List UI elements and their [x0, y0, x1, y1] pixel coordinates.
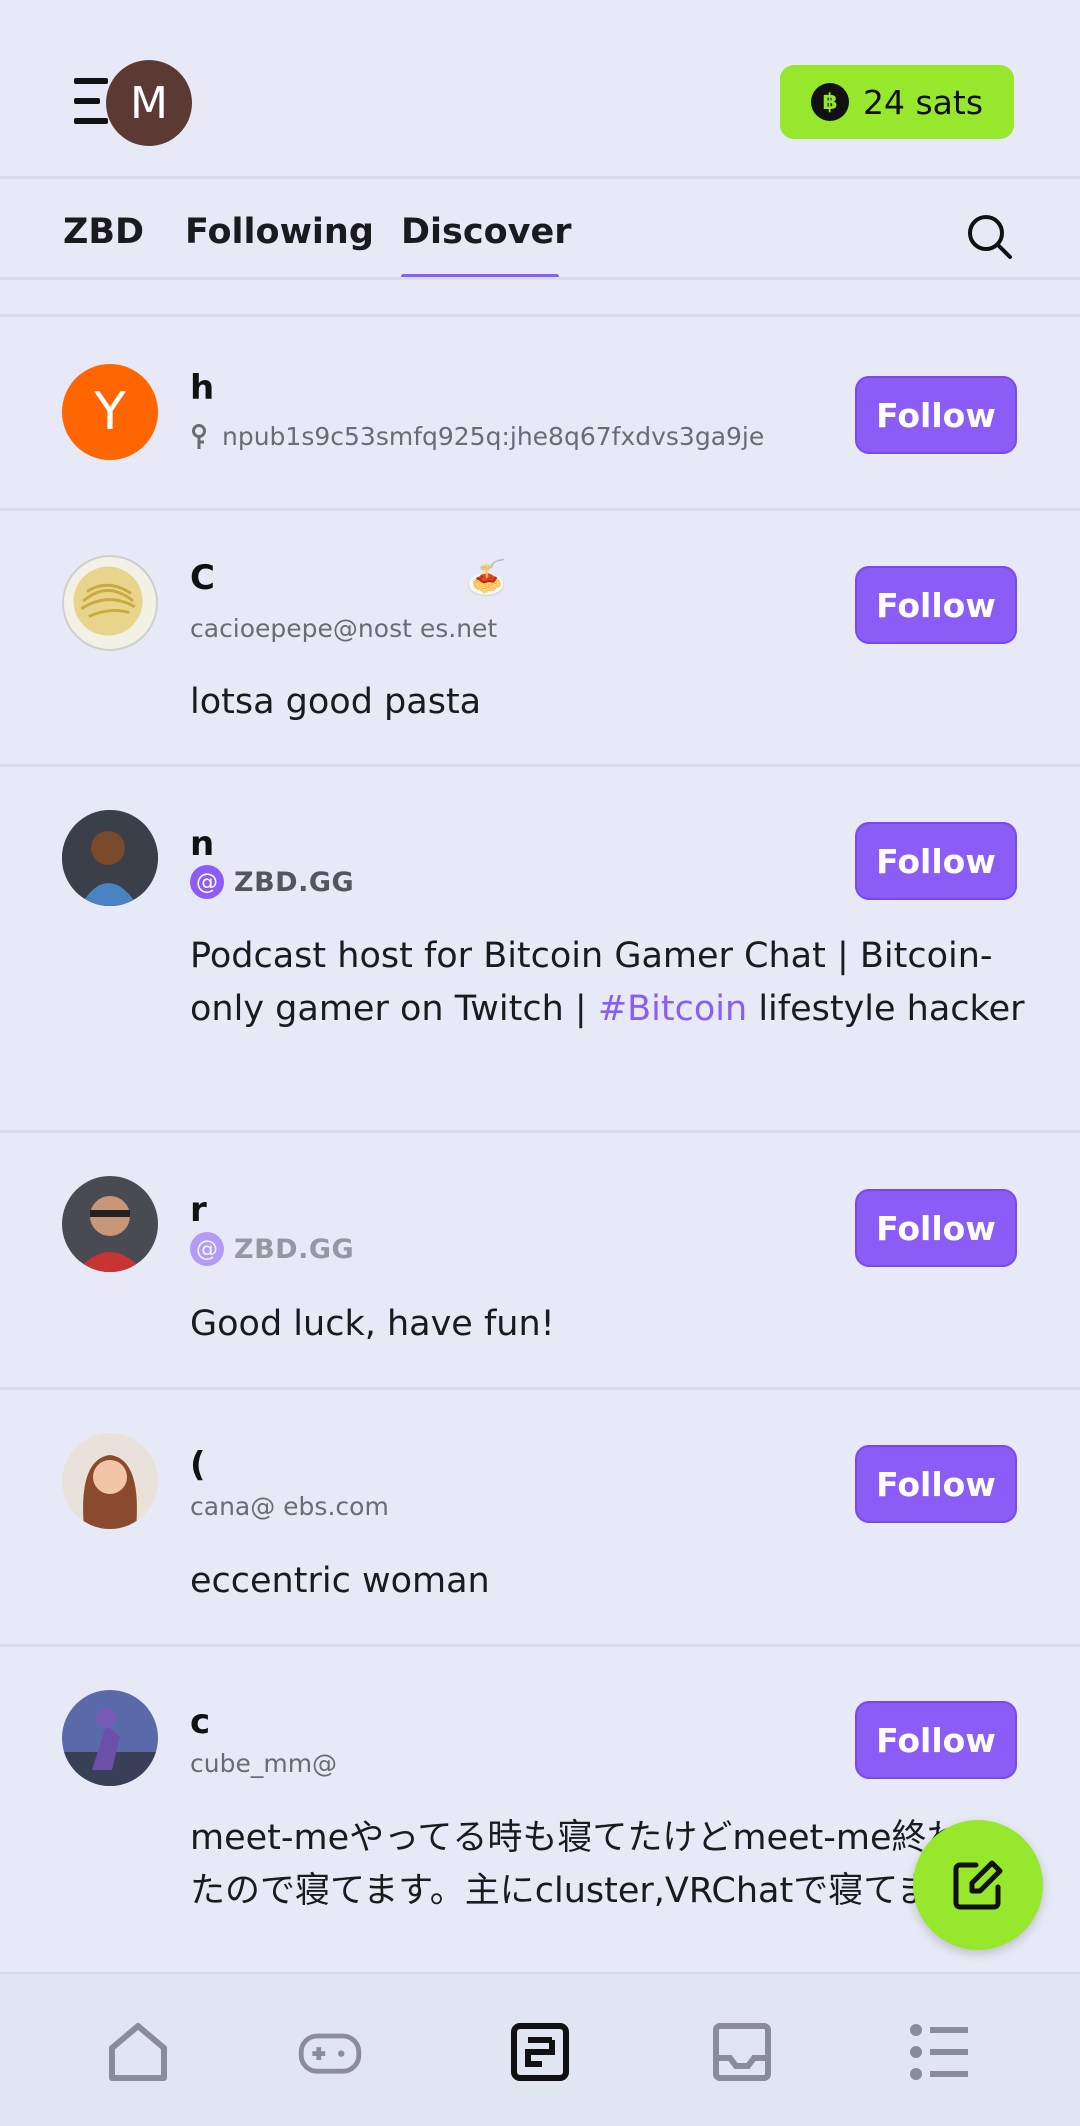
header-divider [0, 176, 1080, 179]
row-divider [0, 508, 1080, 511]
person-avatar-image [62, 1176, 158, 1272]
row-divider [0, 1130, 1080, 1133]
user-name: h [190, 368, 215, 408]
user-bio: lotsa good pasta [190, 682, 482, 722]
hashtag-link[interactable]: #Bitcoin [598, 989, 747, 1029]
tab-discover[interactable]: Discover [401, 212, 572, 252]
sats-balance-button[interactable]: ฿ 24 sats [780, 65, 1014, 139]
at-icon: @ [190, 1232, 224, 1266]
user-handle: cacioepepe@nost es.net [190, 614, 498, 643]
top-bar: M ฿ 24 sats [0, 0, 1080, 176]
user-name: n [190, 824, 215, 864]
row-divider [0, 1387, 1080, 1390]
compose-icon [953, 1860, 1003, 1910]
key-icon [192, 424, 206, 449]
user-name: c [190, 1702, 211, 1742]
inbox-icon[interactable] [710, 2020, 774, 2084]
list-icon[interactable] [908, 2020, 972, 2084]
avatar[interactable] [62, 810, 158, 906]
tabs-divider [0, 277, 1080, 280]
person-avatar-image [62, 810, 158, 906]
pasta-emoji: 🍝 [464, 558, 508, 598]
follow-button[interactable]: Follow [855, 822, 1017, 900]
zbd-verified-badge: @ ZBD.GG [190, 865, 354, 899]
user-handle: npub1s9c53smfq925q:jhe8q67fxdvs3ga9je [222, 422, 765, 451]
follow-button[interactable]: Follow [855, 1189, 1017, 1267]
row-divider [0, 764, 1080, 767]
user-handle: cube_mm@ [190, 1749, 338, 1778]
zbd-verified-badge: @ ZBD.GG [190, 1232, 354, 1266]
follow-button[interactable]: Follow [855, 566, 1017, 644]
follow-button[interactable]: Follow [855, 1701, 1017, 1779]
pasta-avatar-image [73, 566, 143, 636]
zbd-badge-text: ZBD.GG [234, 1233, 355, 1265]
tab-following[interactable]: Following [185, 212, 374, 252]
bottom-navigation [0, 1972, 1080, 2126]
user-name: r [190, 1190, 207, 1230]
avatar[interactable]: Y [62, 364, 158, 460]
user-handle: cana@ ebs.com [190, 1492, 389, 1521]
avatar[interactable] [62, 555, 158, 651]
row-divider [0, 1644, 1080, 1647]
compose-button[interactable] [913, 1820, 1043, 1950]
gamepad-icon[interactable] [298, 2020, 362, 2084]
sats-balance-label: 24 sats [862, 82, 984, 122]
at-icon: @ [190, 865, 224, 899]
user-bio: meet-meやってる時も寝てたけどmeet-me終わったので寝てます。主にcl… [190, 1818, 997, 1911]
bitcoin-coin-icon: ฿ [810, 83, 849, 121]
feed-icon[interactable] [508, 2020, 572, 2084]
follow-button[interactable]: Follow [855, 1445, 1017, 1523]
user-name: ( [190, 1445, 206, 1485]
user-bio: Podcast host for Bitcoin Gamer Chat | Bi… [190, 936, 1025, 1029]
follow-button[interactable]: Follow [855, 376, 1017, 454]
user-bio: eccentric woman [190, 1561, 490, 1601]
person-avatar-image [62, 1690, 158, 1786]
tab-zbd[interactable]: ZBD [63, 212, 144, 252]
avatar[interactable] [62, 1433, 158, 1529]
avatar[interactable] [62, 1176, 158, 1272]
zbd-badge-text: ZBD.GG [234, 866, 355, 898]
home-icon[interactable] [106, 2020, 170, 2084]
avatar[interactable] [62, 1690, 158, 1786]
search-icon[interactable] [965, 212, 1013, 260]
profile-avatar[interactable]: M [106, 60, 192, 146]
user-bio: Good luck, have fun! [190, 1304, 555, 1344]
person-avatar-image [62, 1433, 158, 1529]
user-name: C 🍝 [190, 558, 508, 598]
feed-top-divider [0, 314, 1080, 317]
